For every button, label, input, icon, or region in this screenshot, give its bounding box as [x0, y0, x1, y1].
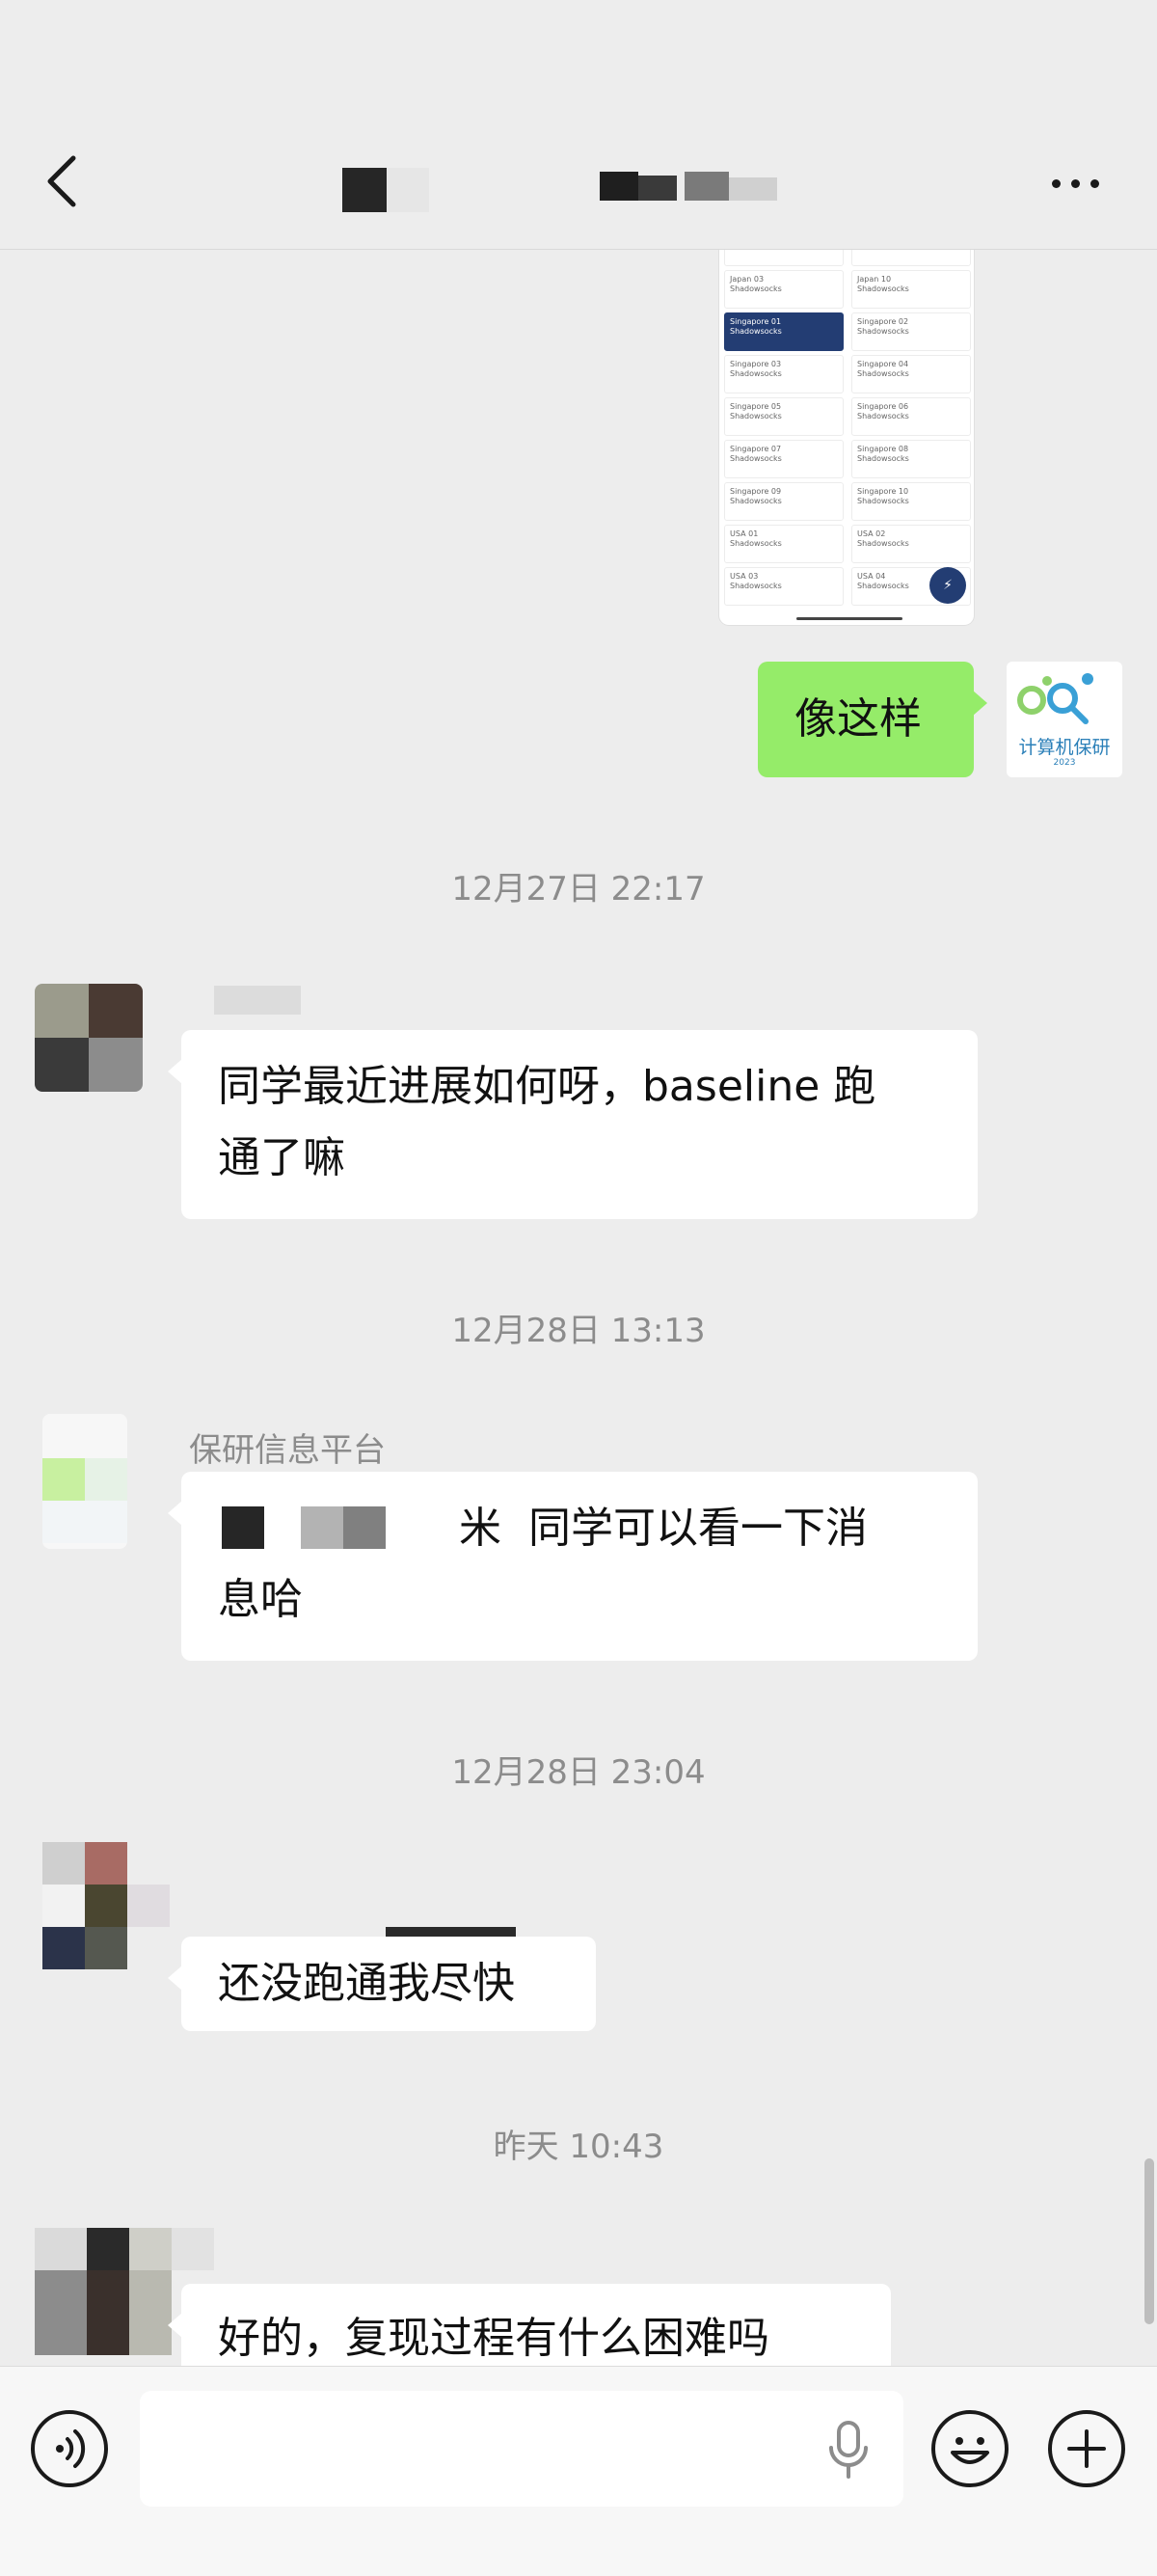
server-cell: Singapore 02 Shadowsocks	[851, 312, 971, 351]
server-cell: Singapore 05 Shadowsocks	[724, 397, 844, 436]
logo-subtext: 2023	[1053, 758, 1076, 768]
chat-header	[0, 0, 1157, 250]
thumbnail-fab-icon: ⚡	[929, 567, 966, 604]
server-cell: Singapore 01 Shadowsocks	[724, 312, 844, 351]
scrollbar[interactable]	[1144, 2158, 1154, 2324]
sender-name-redacted	[386, 1927, 516, 1937]
chevron-left-icon[interactable]	[40, 154, 87, 208]
input-bar	[0, 2366, 1157, 2576]
message-text: 好的，复现过程有什么困难吗	[218, 2314, 769, 2363]
incoming-message-bubble[interactable]: 好的，复现过程有什么困难吗	[168, 2284, 891, 2366]
server-cell	[724, 249, 844, 266]
server-cell: Singapore 06 Shadowsocks	[851, 397, 971, 436]
incoming-message-bubble[interactable]: 同学最近进展如何呀，baseline 跑 通了嘛	[168, 1030, 978, 1219]
message-list[interactable]: USA 04 Shadowsocks USA 03 Shadowsocks USA 02…	[0, 249, 1157, 2366]
redacted-text	[301, 1506, 343, 1549]
server-cell	[851, 249, 971, 266]
redacted-text	[343, 1506, 386, 1549]
server-cell: Japan 03 Shadowsocks	[724, 270, 844, 309]
message-input[interactable]	[140, 2391, 903, 2507]
incoming-message-bubble[interactable]: 米 同学可以看一下消 息哈	[168, 1472, 978, 1661]
avatar[interactable]	[42, 1414, 127, 1549]
server-cell: Singapore 08 Shadowsocks	[851, 440, 971, 478]
plus-icon[interactable]	[1048, 2410, 1125, 2487]
avatar[interactable]	[42, 1842, 170, 1969]
server-cell: USA 01 Shadowsocks	[724, 525, 844, 563]
redacted-text	[222, 1506, 264, 1549]
message-text: 同学最近进展如何呀，baseline 跑	[218, 1062, 876, 1111]
timestamp: 12月27日 22:17	[451, 870, 706, 908]
server-cell: Singapore 04 Shadowsocks	[851, 355, 971, 393]
sender-name: 保研信息平台	[189, 1431, 386, 1470]
server-cell: USA 03 Shadowsocks	[724, 567, 844, 606]
server-cell: Singapore 03 Shadowsocks	[724, 355, 844, 393]
microphone-icon[interactable]	[827, 2421, 870, 2479]
thumbnail-home-bar	[796, 617, 902, 620]
server-cell: Singapore 07 Shadowsocks	[724, 440, 844, 478]
logo-text: 计算机保研	[1018, 737, 1111, 758]
timestamp: 12月28日 23:04	[451, 1753, 706, 1792]
message-text: 通了嘛	[218, 1133, 345, 1182]
more-dots-icon[interactable]	[1046, 174, 1104, 193]
message-text: 还没跑通我尽快	[218, 1959, 515, 2008]
server-cell: Japan 10 Shadowsocks	[851, 270, 971, 309]
my-avatar[interactable]: 计算机保研 2023	[1007, 662, 1122, 777]
emoji-icon[interactable]	[931, 2410, 1009, 2487]
message-text: 米 同学可以看一下消	[459, 1504, 868, 1553]
message-text: 像这样	[794, 694, 922, 744]
avatar[interactable]	[35, 984, 143, 1092]
server-cell: USA 02 Shadowsocks	[851, 525, 971, 563]
chat-title-redacted	[337, 166, 820, 214]
server-cell: Singapore 09 Shadowsocks	[724, 482, 844, 521]
screenshot-image-message[interactable]: USA 04 Shadowsocks USA 03 Shadowsocks USA 02…	[719, 249, 974, 625]
incoming-message-bubble[interactable]: 还没跑通我尽快	[168, 1937, 596, 2031]
message-text: 息哈	[218, 1575, 303, 1624]
outgoing-message-bubble[interactable]: 像这样	[758, 662, 987, 777]
timestamp: 昨天 10:43	[493, 2128, 664, 2166]
sender-name-redacted	[214, 986, 301, 1015]
server-cell: Singapore 10 Shadowsocks	[851, 482, 971, 521]
timestamp: 12月28日 13:13	[451, 1312, 706, 1350]
logo-icon	[1017, 673, 1093, 724]
voice-toggle-icon[interactable]	[31, 2410, 108, 2487]
